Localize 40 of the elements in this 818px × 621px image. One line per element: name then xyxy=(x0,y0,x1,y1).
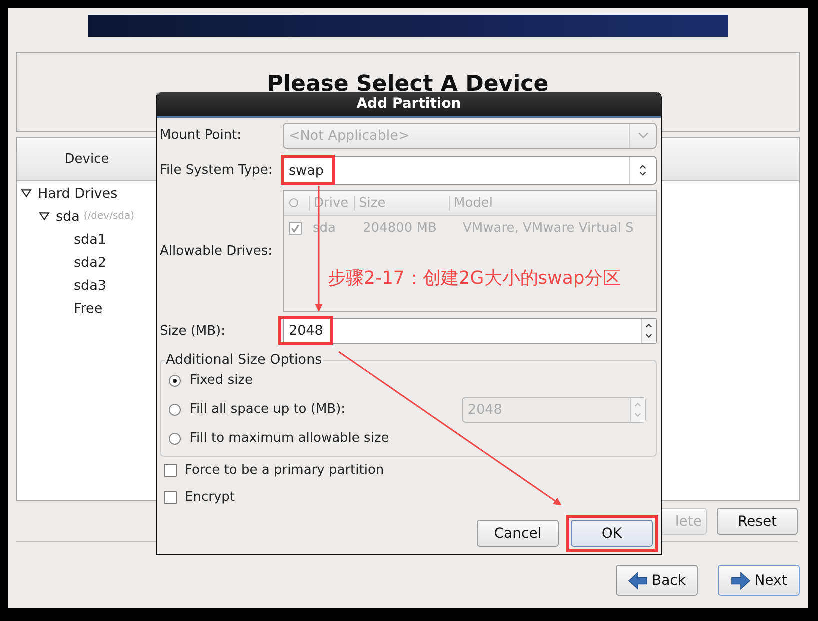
up-down-icon xyxy=(639,164,647,177)
field-label: Mount Point: xyxy=(160,128,243,143)
arrow-icon xyxy=(730,572,751,590)
dialog-title: Add Partition xyxy=(157,92,661,118)
option-label[interactable]: Fixed size xyxy=(190,373,254,388)
expander-icon[interactable] xyxy=(39,212,50,221)
column-header[interactable]: Device xyxy=(17,138,157,180)
tree-item[interactable]: sda1 xyxy=(74,232,106,248)
expander-icon[interactable] xyxy=(21,189,32,198)
device-path: (/dev/sda) xyxy=(84,211,135,222)
annotation-text: 步骤2-17：创建2G大小的swap分区 xyxy=(328,267,621,290)
select-column-icon xyxy=(289,198,299,208)
dialog-button[interactable]: OK xyxy=(571,520,653,547)
chevron-down-icon xyxy=(638,132,648,139)
nav-button[interactable]: Next xyxy=(718,565,800,596)
nav-button[interactable]: Back xyxy=(616,565,698,596)
group-title: Additional Size Options xyxy=(165,352,324,368)
arrow-icon xyxy=(628,572,648,590)
checkbox[interactable] xyxy=(164,491,177,504)
field-label: Size (MB): xyxy=(160,324,226,338)
dialog-button[interactable]: Cancel xyxy=(477,520,559,547)
panel-button[interactable]: Reset xyxy=(717,508,798,535)
file-system-combo[interactable]: swap xyxy=(283,156,657,185)
tree-item[interactable]: sda3 xyxy=(74,278,106,294)
checkbox[interactable] xyxy=(164,464,177,477)
radio-button[interactable] xyxy=(169,374,181,386)
tree-item[interactable]: Hard Drives xyxy=(38,186,118,202)
size-spinbox[interactable]: 2048 xyxy=(283,318,657,344)
tree-item[interactable]: sda2 xyxy=(74,254,106,270)
option-label[interactable]: Fill to maximum allowable size xyxy=(190,431,390,446)
radio-button[interactable] xyxy=(169,432,181,444)
tree-item[interactable]: Free xyxy=(74,300,103,316)
checkbox-label[interactable]: Force to be a primary partition xyxy=(185,463,384,478)
field-label: File System Type: xyxy=(160,163,274,178)
field-label: Allowable Drives: xyxy=(160,244,274,258)
table-cell-text: VMware, VMware Virtual S xyxy=(462,220,634,236)
tree-item[interactable]: sda xyxy=(56,208,80,224)
checkbox-label[interactable]: Encrypt xyxy=(185,490,235,505)
spin-arrows-icon[interactable] xyxy=(645,322,653,340)
table-cell-text: 204800 MB xyxy=(362,220,438,236)
